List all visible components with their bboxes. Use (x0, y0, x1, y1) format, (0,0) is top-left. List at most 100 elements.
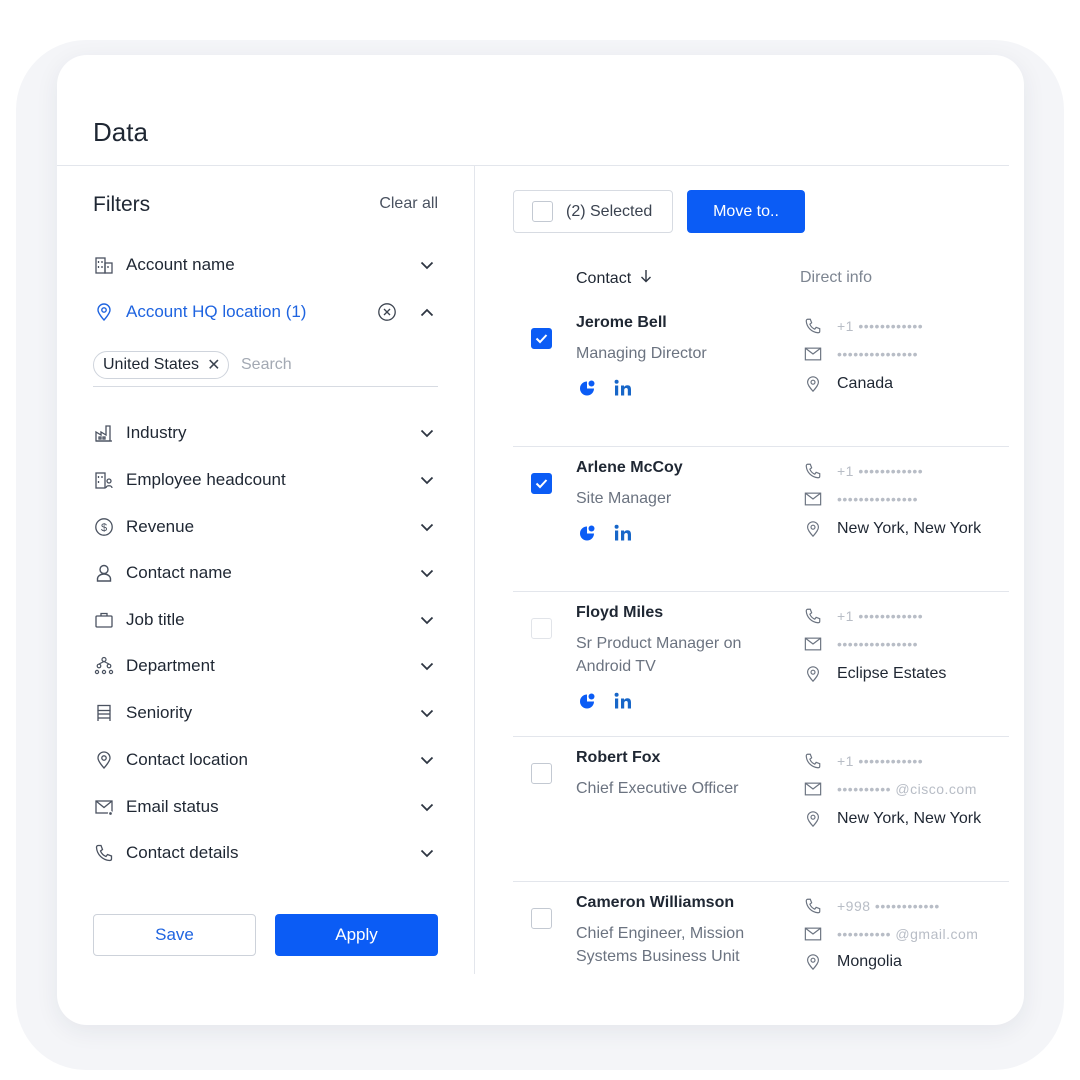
contact-name[interactable]: Robert Fox (576, 749, 660, 767)
email-icon (803, 779, 823, 799)
filter-contact-details[interactable]: Contact details (93, 838, 438, 868)
phone-line: +998 •••••••••••• (803, 896, 940, 916)
location-filter-input: United States ✕ (93, 349, 438, 387)
column-header-direct-info: Direct info (800, 269, 873, 286)
filter-department[interactable]: Department (93, 651, 438, 681)
chevron-down-icon[interactable] (416, 796, 438, 818)
chevron-down-icon[interactable] (416, 254, 438, 276)
filter-revenue[interactable]: $ Revenue (93, 512, 438, 542)
chevron-down-icon[interactable] (416, 562, 438, 584)
save-button[interactable]: Save (93, 914, 256, 956)
contact-name[interactable]: Jerome Bell (576, 314, 667, 332)
contact-name[interactable]: Cameron Williamson (576, 894, 734, 912)
email-line: ••••••••••••••• (803, 344, 918, 364)
linkedin-icon[interactable] (612, 522, 634, 544)
filter-account-name[interactable]: Account name (93, 250, 438, 280)
location-search-input[interactable] (241, 353, 421, 377)
row-checkbox[interactable] (531, 763, 552, 784)
contact-location: New York, New York (837, 810, 982, 827)
chevron-down-icon[interactable] (416, 655, 438, 677)
phone-icon (803, 461, 823, 481)
filter-account-hq-location[interactable]: Account HQ location (1) (93, 297, 438, 327)
table-row: Floyd Miles Sr Product Manager on Androi… (513, 592, 1009, 737)
close-icon[interactable]: ✕ (207, 355, 220, 375)
building-icon (93, 254, 115, 276)
map-pin-icon (93, 301, 115, 323)
chevron-down-icon[interactable] (416, 749, 438, 771)
chevron-down-icon[interactable] (416, 469, 438, 491)
column-header-contact[interactable]: Contact (576, 269, 652, 288)
contact-name[interactable]: Arlene McCoy (576, 459, 683, 477)
masked-phone[interactable]: +1 •••••••••••• (837, 608, 923, 624)
chevron-down-icon[interactable] (416, 422, 438, 444)
email-icon (803, 924, 823, 944)
email-status-icon (93, 796, 115, 818)
masked-phone[interactable]: +1 •••••••••••• (837, 318, 923, 334)
email-line: •••••••••• @gmail.com (803, 924, 978, 944)
filter-contact-location[interactable]: Contact location (93, 745, 438, 775)
chevron-down-icon[interactable] (416, 609, 438, 631)
brand-logo-icon[interactable] (576, 690, 598, 712)
masked-phone[interactable]: +1 •••••••••••• (837, 463, 923, 479)
contact-title: Sr Product Manager on Android TV (576, 635, 742, 675)
filter-label: Email status (126, 797, 219, 816)
phone-icon (803, 606, 823, 626)
masked-email[interactable]: •••••••••• @gmail.com (837, 926, 978, 942)
contact-title: Managing Director (576, 345, 707, 362)
email-icon (803, 489, 823, 509)
email-icon (803, 634, 823, 654)
phone-line: +1 •••••••••••• (803, 751, 923, 771)
contact-title: Chief Engineer, Mission Systems Business… (576, 925, 745, 965)
filter-label: Employee headcount (126, 470, 286, 489)
map-pin-icon (93, 749, 115, 771)
row-checkbox[interactable] (531, 328, 552, 349)
chevron-down-icon[interactable] (416, 842, 438, 864)
masked-email[interactable]: •••••••••• @cisco.com (837, 781, 977, 797)
location-line: Canada (803, 374, 893, 394)
filter-email-status[interactable]: Email status (93, 792, 438, 822)
brand-logo-icon[interactable] (576, 522, 598, 544)
filter-industry[interactable]: Industry (93, 418, 438, 448)
filters-header: Filters Clear all (93, 193, 438, 219)
move-to-button[interactable]: Move to.. (687, 190, 805, 233)
filter-job-title[interactable]: Job title (93, 605, 438, 635)
map-pin-icon (803, 519, 823, 539)
row-checkbox[interactable] (531, 618, 552, 639)
apply-button[interactable]: Apply (275, 914, 438, 956)
filter-contact-name[interactable]: Contact name (93, 558, 438, 588)
brand-logo-icon[interactable] (576, 377, 598, 399)
page-title: Data (93, 117, 148, 147)
row-checkbox[interactable] (531, 473, 552, 494)
filter-employee-headcount[interactable]: Employee headcount (93, 465, 438, 495)
table-row: Jerome Bell Managing Director +1 •••••••… (513, 302, 1009, 447)
contact-name[interactable]: Floyd Miles (576, 604, 663, 622)
chevron-down-icon[interactable] (416, 516, 438, 538)
select-all-checkbox[interactable] (532, 201, 553, 222)
person-icon (93, 562, 115, 584)
social-links (576, 522, 648, 544)
masked-phone[interactable]: +998 •••••••••••• (837, 898, 940, 914)
chevron-up-icon[interactable] (416, 301, 438, 323)
linkedin-icon[interactable] (612, 377, 634, 399)
phone-line: +1 •••••••••••• (803, 606, 923, 626)
chevron-down-icon[interactable] (416, 702, 438, 724)
clear-filter-icon[interactable] (376, 301, 398, 323)
sort-arrow-down-icon[interactable] (640, 269, 652, 288)
chip-label: United States (103, 356, 200, 373)
select-all-control[interactable]: (2) Selected (513, 190, 673, 233)
masked-email[interactable]: ••••••••••••••• (837, 491, 918, 507)
contact-location: Mongolia (837, 953, 902, 970)
masked-phone[interactable]: +1 •••••••••••• (837, 753, 923, 769)
contact-title: Chief Executive Officer (576, 780, 739, 797)
phone-icon (803, 316, 823, 336)
masked-email[interactable]: ••••••••••••••• (837, 636, 918, 652)
clear-all-link[interactable]: Clear all (379, 195, 438, 213)
contact-location: New York, New York (837, 520, 982, 537)
filter-label: Account HQ location (1) (126, 302, 307, 321)
filter-seniority[interactable]: Seniority (93, 698, 438, 728)
row-checkbox[interactable] (531, 908, 552, 929)
linkedin-icon[interactable] (612, 690, 634, 712)
masked-email[interactable]: ••••••••••••••• (837, 346, 918, 362)
table-row: Cameron Williamson Chief Engineer, Missi… (513, 882, 1009, 974)
filter-label: Revenue (126, 517, 195, 536)
